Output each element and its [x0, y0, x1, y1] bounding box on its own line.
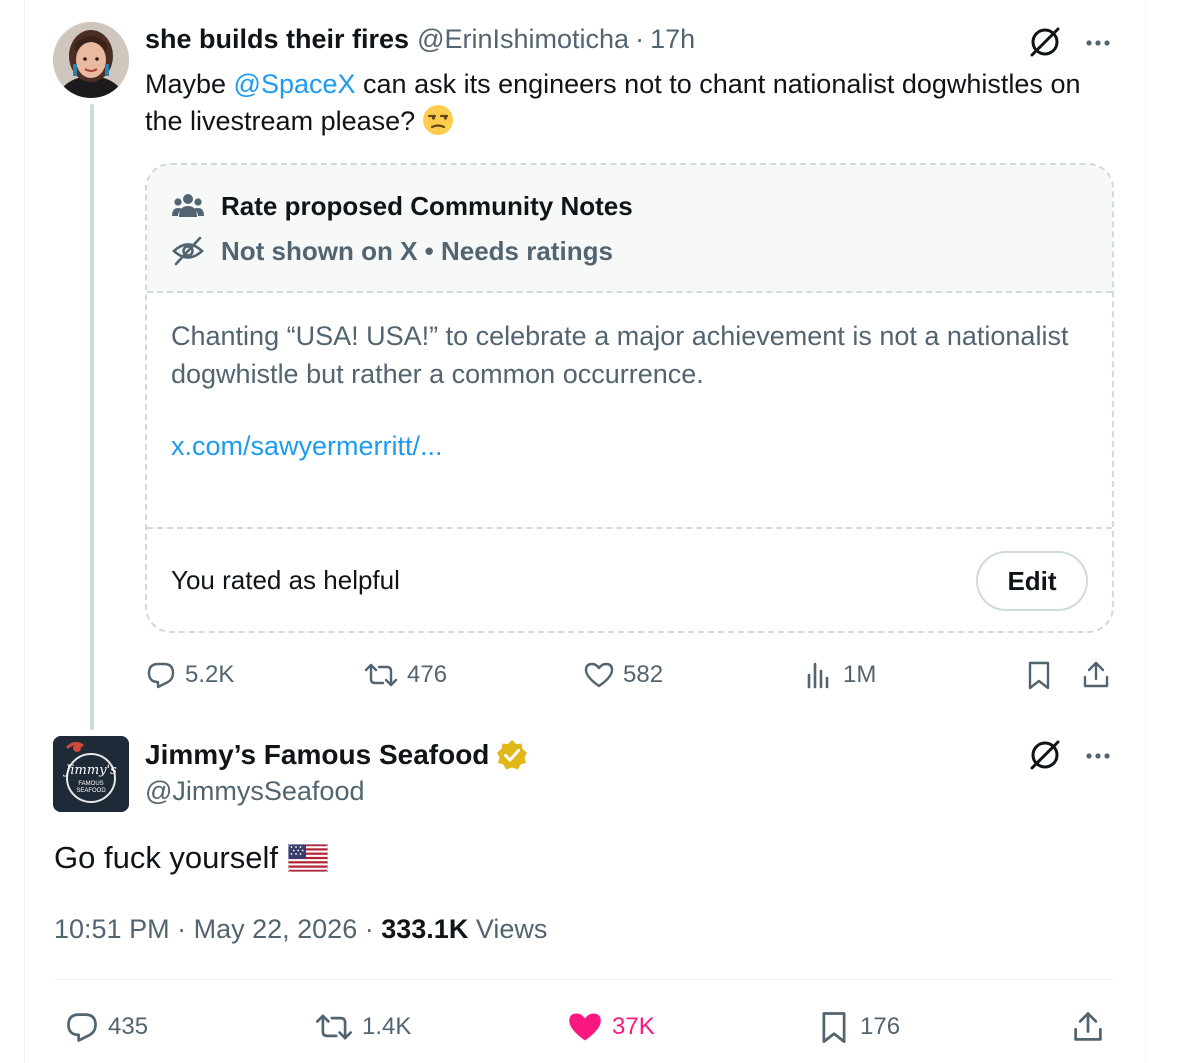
grok-icon[interactable]: [1027, 24, 1063, 60]
divider: [54, 979, 1114, 980]
like-count: 582: [623, 661, 664, 688]
more-options-icon[interactable]: [1083, 28, 1113, 58]
edit-rating-button[interactable]: Edit: [976, 551, 1088, 611]
like-count: 37K: [612, 1013, 655, 1040]
heart-filled-icon: [569, 1013, 601, 1041]
share-icon: [1083, 661, 1109, 688]
share-icon: [1074, 1012, 1102, 1041]
avatar[interactable]: [53, 22, 129, 98]
bookmark-button[interactable]: [1023, 659, 1055, 691]
reply-count: 5.2K: [185, 661, 235, 688]
share-button[interactable]: [1080, 659, 1112, 691]
community-note-footer: You rated as helpful Edit: [147, 527, 1112, 631]
tweet-time[interactable]: 17h: [650, 24, 695, 55]
community-note-source-link[interactable]: x.com/sawyermerritt/...: [171, 431, 443, 462]
community-note-title: Rate proposed Community Notes: [221, 190, 633, 221]
bookmark-count: 176: [860, 1013, 901, 1040]
views-button[interactable]: 1M: [803, 659, 876, 691]
unamused-face-icon: [423, 105, 454, 135]
community-note-status: Not shown on X • Needs ratings: [221, 235, 613, 266]
tweet-meta: 10:51 PM · May 22, 2026 · 333.1K Views: [54, 914, 547, 945]
tweet-date[interactable]: May 22, 2026: [194, 914, 358, 944]
tweet-time[interactable]: 10:51 PM: [54, 914, 170, 944]
grok-icon[interactable]: [1027, 737, 1063, 773]
reply-icon: [67, 1013, 97, 1042]
eye-slash-icon: [172, 236, 204, 266]
tweet-text: Maybe @SpaceX can ask its engineers not …: [145, 66, 1120, 140]
tweet-text-content: Go fuck yourself: [54, 840, 278, 875]
views-label: Views: [475, 914, 548, 944]
tweet-text-before: Maybe: [145, 69, 234, 99]
repost-button[interactable]: 476: [363, 659, 447, 691]
repost-count: 476: [407, 661, 448, 688]
display-name[interactable]: she builds their fires: [145, 24, 409, 55]
like-button[interactable]: 582: [583, 659, 663, 691]
tweet-text: Go fuck yourself: [54, 840, 328, 876]
community-note-header: Rate proposed Community Notes Not shown …: [147, 165, 1112, 293]
bookmark-icon: [1028, 661, 1050, 690]
bookmark-icon: [822, 1012, 846, 1043]
share-button[interactable]: [1070, 1009, 1106, 1045]
people-icon: [172, 194, 204, 217]
views-count[interactable]: 333.1K: [381, 914, 468, 944]
analytics-icon: [807, 662, 829, 689]
reply-count: 435: [108, 1013, 149, 1040]
jimmys-seafood-logo: Jimmy's FAMOUS SEAFOOD: [53, 736, 129, 812]
separator-dot: ·: [364, 914, 374, 944]
logo-line-famous: FAMOUS: [78, 781, 103, 787]
bookmark-button[interactable]: 176: [816, 1009, 900, 1045]
reply-button[interactable]: 435: [64, 1009, 148, 1045]
thread-connector: [90, 104, 94, 730]
repost-icon: [316, 1014, 352, 1040]
avatar[interactable]: Jimmy's FAMOUS SEAFOOD: [53, 736, 129, 812]
repost-button[interactable]: 1.4K: [314, 1009, 411, 1045]
reply-icon: [147, 662, 175, 689]
mention-link[interactable]: @SpaceX: [234, 69, 356, 99]
reply-button[interactable]: 5.2K: [145, 659, 234, 691]
separator-dot: ·: [635, 24, 645, 54]
verified-gold-badge-icon[interactable]: [495, 738, 529, 772]
more-options-icon[interactable]: [1083, 741, 1113, 771]
community-note-card[interactable]: Rate proposed Community Notes Not shown …: [145, 163, 1114, 633]
heart-icon: [584, 662, 614, 688]
separator-dot: ·: [177, 914, 187, 944]
community-note-body: Chanting “USA! USA!” to celebrate a majo…: [171, 321, 1069, 389]
display-name[interactable]: Jimmy’s Famous Seafood: [145, 739, 489, 771]
rating-status: You rated as helpful: [171, 565, 400, 595]
user-handle[interactable]: @JimmysSeafood: [145, 776, 364, 807]
repost-count: 1.4K: [362, 1013, 412, 1040]
logo-script-text: Jimmy's: [62, 763, 117, 778]
like-button[interactable]: 37K: [566, 1009, 655, 1045]
repost-icon: [364, 663, 398, 687]
logo-line-seafood: SEAFOOD: [76, 788, 106, 794]
user-handle[interactable]: @ErinIshimoticha: [417, 24, 629, 55]
us-flag-icon: [287, 844, 328, 872]
view-count: 1M: [843, 661, 877, 688]
